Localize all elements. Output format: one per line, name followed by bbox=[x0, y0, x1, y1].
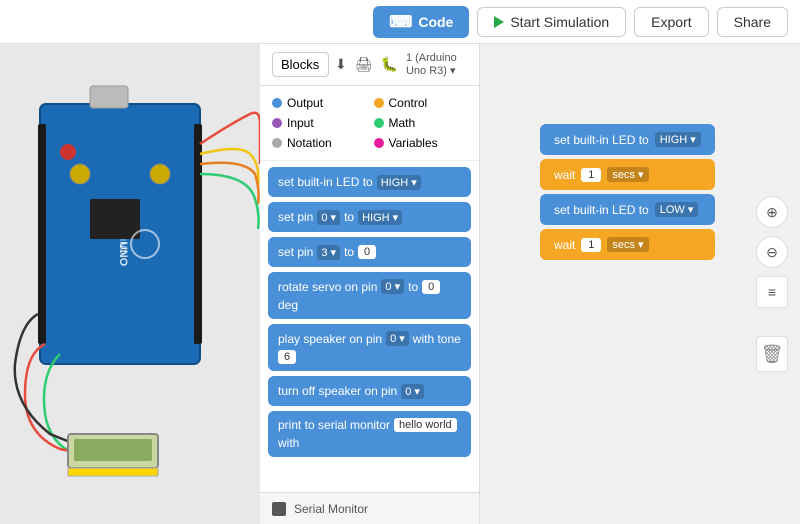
right-tools: ⊕ ⊖ ≡ 🗑 bbox=[756, 196, 788, 372]
high2-dropdown[interactable]: HIGH ▾ bbox=[358, 210, 402, 225]
block-text: play speaker on pin bbox=[278, 332, 382, 346]
wait2-input[interactable]: 1 bbox=[581, 238, 601, 252]
cat-control-label: Control bbox=[389, 96, 428, 110]
cat-notation[interactable]: Notation bbox=[272, 134, 366, 152]
block-print-serial[interactable]: print to serial monitor hello world with bbox=[268, 411, 471, 457]
pin-value-input[interactable]: 0 bbox=[358, 245, 376, 259]
block-text: set pin bbox=[278, 210, 313, 224]
code-block-set-led-high[interactable]: set built-in LED to HIGH ▾ bbox=[540, 124, 715, 155]
header-icons: ⬇ 🖨 🐛 1 (Arduino Uno R3) ▾ bbox=[335, 52, 467, 77]
svg-text:UNO: UNO bbox=[117, 242, 129, 267]
block-with-tone: with tone bbox=[413, 332, 461, 346]
serial-monitor-icon bbox=[272, 502, 286, 516]
code-block-text: set built-in LED to bbox=[554, 133, 649, 147]
high-dropdown[interactable]: HIGH ▾ bbox=[377, 175, 421, 190]
share-label: Share bbox=[734, 14, 771, 30]
trash-button[interactable]: 🗑 bbox=[756, 336, 788, 372]
cat-output[interactable]: Output bbox=[272, 94, 366, 112]
wait1-input[interactable]: 1 bbox=[581, 168, 601, 182]
code-blocks-container: set built-in LED to HIGH ▾ wait 1 secs ▾… bbox=[540, 124, 715, 260]
speaker-off-pin-dropdown[interactable]: 0 ▾ bbox=[401, 384, 424, 399]
blocks-select[interactable]: Blocks bbox=[272, 52, 329, 77]
control-dot bbox=[374, 98, 384, 108]
main-layout: ARDUINO UNO bbox=[0, 44, 800, 524]
cat-variables-label: Variables bbox=[389, 136, 438, 150]
block-to3: to bbox=[408, 280, 418, 294]
block-deg: deg bbox=[278, 298, 298, 312]
device-label: 1 (Arduino Uno R3) ▾ bbox=[406, 52, 467, 77]
cat-control[interactable]: Control bbox=[374, 94, 468, 112]
block-set-builtin-led[interactable]: set built-in LED to HIGH ▾ bbox=[268, 167, 471, 197]
code-block-text: set built-in LED to bbox=[554, 203, 649, 217]
code-area: set built-in LED to HIGH ▾ wait 1 secs ▾… bbox=[480, 44, 800, 524]
block-rotate-servo[interactable]: rotate servo on pin 0 ▾ to 0 deg bbox=[268, 272, 471, 319]
code-block-set-led-low[interactable]: set built-in LED to LOW ▾ bbox=[540, 194, 715, 225]
export-label: Export bbox=[651, 14, 691, 30]
serial-monitor-bar[interactable]: Serial Monitor bbox=[260, 492, 479, 524]
block-text: set pin bbox=[278, 245, 313, 259]
pin3-dropdown[interactable]: 3 ▾ bbox=[317, 245, 340, 260]
code-icon: ⌨ bbox=[389, 12, 412, 32]
share-button[interactable]: Share bbox=[717, 7, 788, 37]
topbar: ⌨ Code Start Simulation Export Share bbox=[0, 0, 800, 44]
print-icon[interactable]: 🖨 bbox=[355, 56, 373, 73]
download-icon[interactable]: ⬇ bbox=[335, 56, 347, 73]
led-low-dropdown[interactable]: LOW ▾ bbox=[655, 202, 699, 217]
speaker-pin-dropdown[interactable]: 0 ▾ bbox=[386, 331, 409, 346]
block-text: print to serial monitor bbox=[278, 418, 390, 432]
fit-button[interactable]: ≡ bbox=[756, 276, 788, 308]
variables-dot bbox=[374, 138, 384, 148]
export-button[interactable]: Export bbox=[634, 7, 708, 37]
servo-angle-input[interactable]: 0 bbox=[422, 280, 440, 294]
code-block-text: wait bbox=[554, 238, 575, 252]
serial-text-input[interactable]: hello world bbox=[394, 418, 457, 432]
cat-input[interactable]: Input bbox=[272, 114, 366, 132]
math-dot bbox=[374, 118, 384, 128]
code-block-text: wait bbox=[554, 168, 575, 182]
bug-icon[interactable]: 🐛 bbox=[381, 56, 398, 73]
block-text: set built-in LED to bbox=[278, 175, 373, 189]
block-text: rotate servo on pin bbox=[278, 280, 377, 294]
cat-math[interactable]: Math bbox=[374, 114, 468, 132]
pin0-dropdown[interactable]: 0 ▾ bbox=[317, 210, 340, 225]
blocks-panel: Blocks ⬇ 🖨 🐛 1 (Arduino Uno R3) ▾ Output… bbox=[260, 44, 480, 524]
block-play-speaker[interactable]: play speaker on pin 0 ▾ with tone 6 bbox=[268, 324, 471, 371]
categories: Output Control Input Math Notation Varia… bbox=[260, 86, 479, 161]
block-turn-off-speaker[interactable]: turn off speaker on pin 0 ▾ bbox=[268, 376, 471, 406]
code-block-wait1[interactable]: wait 1 secs ▾ bbox=[540, 159, 715, 190]
cat-output-label: Output bbox=[287, 96, 323, 110]
cat-variables[interactable]: Variables bbox=[374, 134, 468, 152]
block-with: with bbox=[278, 436, 299, 450]
canvas-area: ARDUINO UNO bbox=[0, 44, 260, 524]
block-set-pin-value[interactable]: set pin 3 ▾ to 0 bbox=[268, 237, 471, 267]
code-button[interactable]: ⌨ Code bbox=[373, 6, 469, 38]
cat-notation-label: Notation bbox=[287, 136, 332, 150]
secs2-dropdown[interactable]: secs ▾ bbox=[607, 237, 648, 252]
cat-math-label: Math bbox=[389, 116, 416, 130]
blocks-header: Blocks ⬇ 🖨 🐛 1 (Arduino Uno R3) ▾ bbox=[260, 44, 479, 86]
play-icon bbox=[494, 16, 504, 28]
secs1-dropdown[interactable]: secs ▾ bbox=[607, 167, 648, 182]
code-label: Code bbox=[418, 14, 453, 30]
servo-pin-dropdown[interactable]: 0 ▾ bbox=[381, 279, 404, 294]
serial-monitor-label: Serial Monitor bbox=[294, 502, 368, 516]
wiring-svg: ARDUINO UNO bbox=[0, 44, 260, 524]
zoom-in-button[interactable]: ⊕ bbox=[756, 196, 788, 228]
code-block-wait2[interactable]: wait 1 secs ▾ bbox=[540, 229, 715, 260]
cat-input-label: Input bbox=[287, 116, 314, 130]
output-dot bbox=[272, 98, 282, 108]
notation-dot bbox=[272, 138, 282, 148]
block-to: to bbox=[344, 210, 354, 224]
svg-text:ARDUINO: ARDUINO bbox=[118, 213, 128, 255]
tone-input[interactable]: 6 bbox=[278, 350, 296, 364]
input-dot bbox=[272, 118, 282, 128]
led-high-dropdown[interactable]: HIGH ▾ bbox=[655, 132, 701, 147]
block-to2: to bbox=[344, 245, 354, 259]
block-text: turn off speaker on pin bbox=[278, 384, 397, 398]
sim-label: Start Simulation bbox=[510, 14, 609, 30]
zoom-out-button[interactable]: ⊖ bbox=[756, 236, 788, 268]
block-set-pin-high[interactable]: set pin 0 ▾ to HIGH ▾ bbox=[268, 202, 471, 232]
block-list: set built-in LED to HIGH ▾ set pin 0 ▾ t… bbox=[260, 161, 479, 492]
start-simulation-button[interactable]: Start Simulation bbox=[477, 7, 626, 37]
